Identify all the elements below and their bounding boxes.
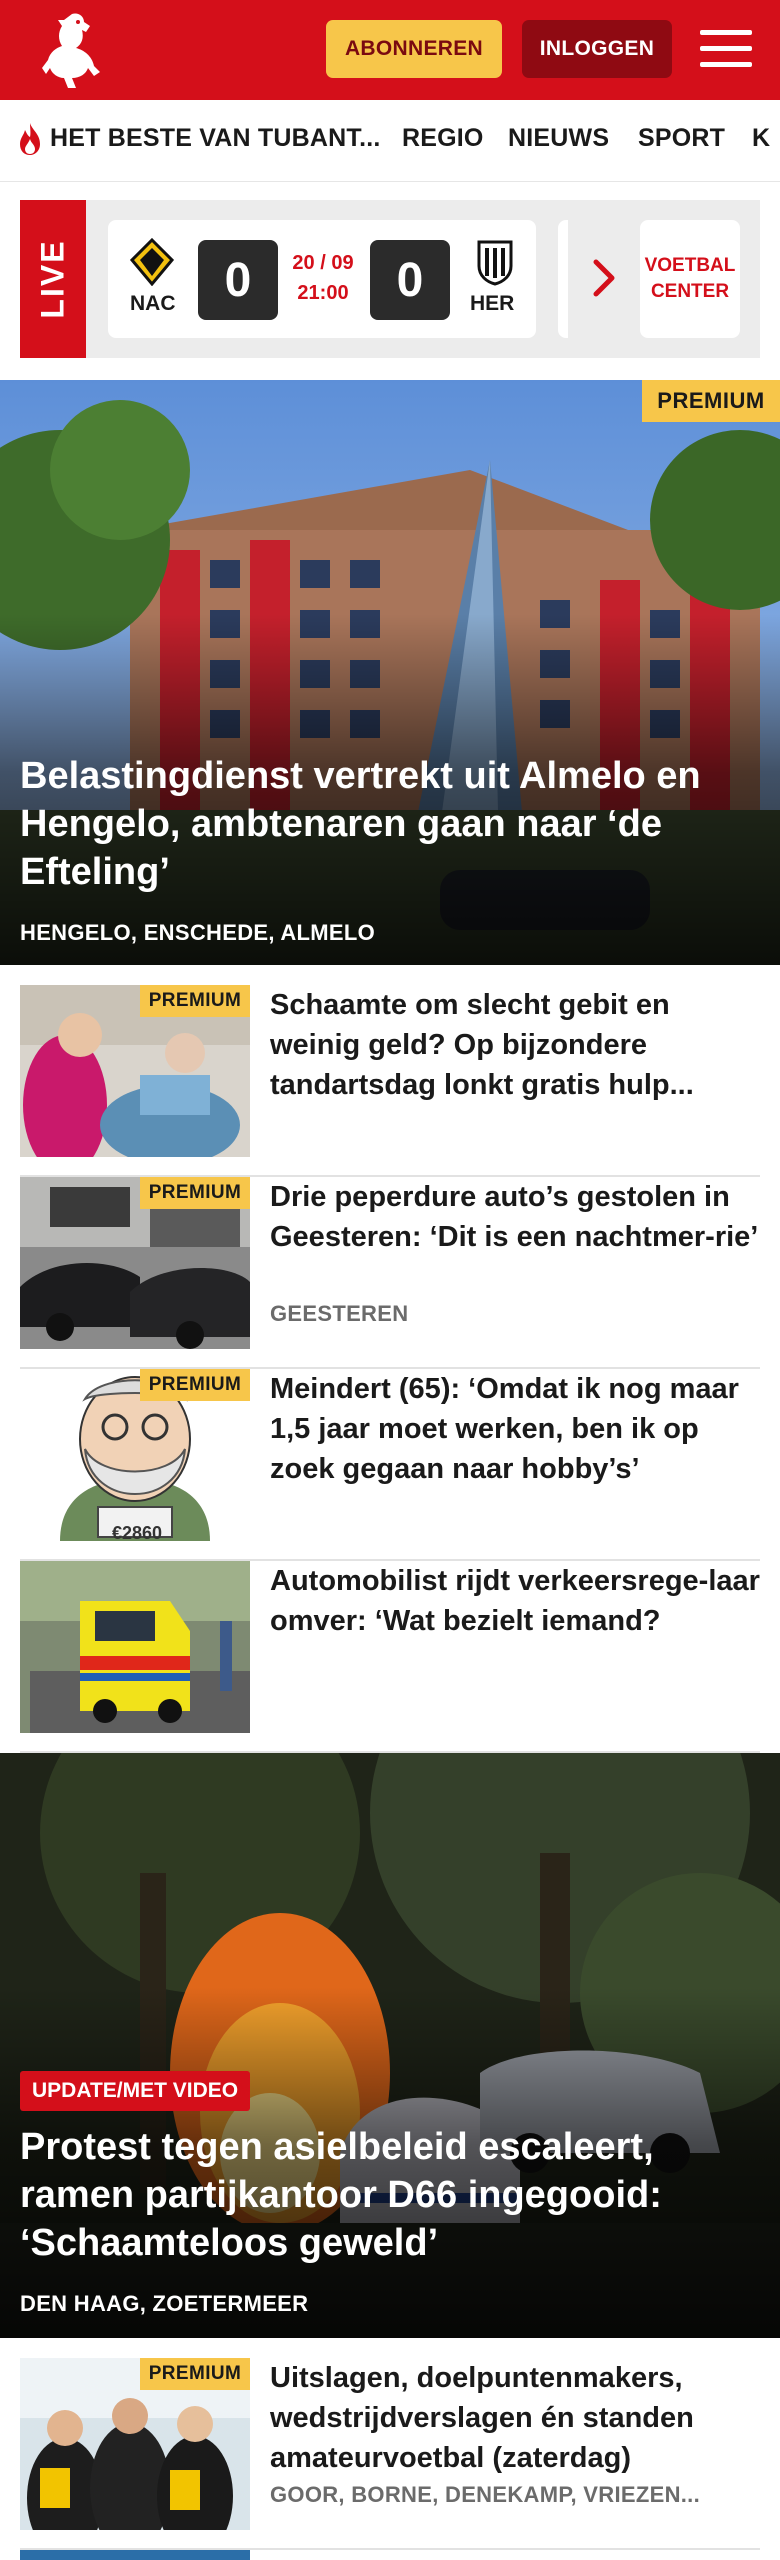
live-label: LIVE: [20, 200, 86, 358]
hero-article-belastingdienst[interactable]: PREMIUM Belastingdienst vertrekt uit Alm…: [0, 380, 780, 965]
away-team-abbr: HER: [470, 292, 515, 315]
article-thumbnail: PREMIUM: [20, 1177, 250, 1349]
article-title[interactable]: Schaamte om slecht gebit en weinig geld?…: [270, 985, 760, 1105]
live-scores-strip: LIVE NAC 0 20 / 09 21:00 0 HER VOETBAL C…: [20, 200, 760, 358]
hero-location: DEN HAAG, ZOETERMEER: [20, 2291, 309, 2316]
tubantia-logo-icon[interactable]: [34, 8, 106, 92]
home-score: 0: [198, 240, 278, 320]
premium-badge: PREMIUM: [140, 1177, 250, 1209]
update-video-badge: UPDATE/MET VIDEO: [20, 2071, 251, 2111]
live-match-card[interactable]: NAC 0 20 / 09 21:00 0 HER: [108, 220, 536, 338]
premium-badge: PREMIUM: [140, 985, 250, 1017]
list-item[interactable]: PREMIUM Drie peperdure auto’s gestolen i…: [20, 1177, 760, 1369]
nac-badge-icon: [130, 238, 174, 286]
article-thumbnail: PREMIUM: [20, 985, 250, 1157]
hero-article-protest[interactable]: UPDATE/MET VIDEO Protest tegen asielbele…: [0, 1753, 780, 2338]
chevron-right-icon[interactable]: [590, 256, 618, 300]
article-title[interactable]: Meindert (65): ‘Omdat ik nog maar 1,5 ja…: [270, 1369, 760, 1489]
article-location: GEESTEREN: [270, 1301, 409, 1326]
home-team-abbr: NAC: [130, 292, 176, 315]
voetbal-center-label-2: CENTER: [650, 281, 730, 302]
article-title[interactable]: Drie peperdure auto’s gestolen in Geeste…: [270, 1177, 760, 1257]
section-nav: HET BESTE VAN TUBANT... REGIO NIEUWS SPO…: [0, 100, 780, 182]
hero-headline[interactable]: Belastingdienst vertrekt uit Almelo en H…: [20, 752, 750, 896]
nav-item-sport[interactable]: SPORT: [638, 124, 725, 153]
voetbal-center-link[interactable]: VOETBAL CENTER: [640, 220, 740, 338]
away-score: 0: [370, 240, 450, 320]
list-item[interactable]: €2860 PREMIUM Meindert (65): ‘Omdat ik n…: [20, 1369, 760, 1561]
heracles-badge-icon: [477, 240, 513, 286]
hero-headline[interactable]: Protest tegen asielbeleid escaleert, ram…: [20, 2123, 750, 2267]
article-location: GOOR, BORNE, DENEKAMP, VRIEZEN...: [270, 2482, 700, 2507]
article-thumbnail: PREMIUM: [20, 2358, 250, 2530]
top-header: ABONNEREN INLOGGEN: [0, 0, 780, 100]
thumb-price-sign: €2860: [112, 1523, 163, 1541]
premium-badge: PREMIUM: [140, 1369, 250, 1401]
next-article-thumbnail-peek: [20, 2550, 250, 2560]
match-time: 21:00: [297, 282, 349, 304]
next-match-card[interactable]: [558, 220, 568, 338]
flame-icon: [20, 123, 40, 155]
list-item[interactable]: PREMIUM Schaamte om slecht gebit en wein…: [20, 985, 760, 1177]
match-date: 20 / 09: [292, 252, 354, 274]
hero-location: HENGELO, ENSCHEDE, ALMELO: [20, 920, 376, 945]
nav-item-regio[interactable]: REGIO: [402, 124, 484, 153]
article-title[interactable]: Uitslagen, doelpuntenmakers, wedstrijdve…: [270, 2358, 760, 2478]
premium-badge: PREMIUM: [140, 2358, 250, 2390]
hamburger-icon[interactable]: [700, 28, 752, 70]
subscribe-button[interactable]: ABONNEREN: [326, 20, 502, 78]
login-button[interactable]: INLOGGEN: [522, 20, 672, 78]
premium-badge: PREMIUM: [642, 380, 780, 422]
article-thumbnail: [20, 1561, 250, 1733]
article-title[interactable]: Automobilist rijdt verkeersrege-laar omv…: [270, 1561, 760, 1641]
nav-item-overflow[interactable]: K: [752, 124, 770, 153]
nav-item-nieuws[interactable]: NIEUWS: [508, 124, 609, 153]
article-thumbnail: €2860 PREMIUM: [20, 1369, 250, 1541]
nav-item-het-beste[interactable]: HET BESTE VAN TUBANT...: [50, 124, 381, 153]
list-item[interactable]: Automobilist rijdt verkeersrege-laar omv…: [20, 1561, 760, 1753]
voetbal-center-label-1: VOETBAL: [644, 255, 736, 276]
match-datetime: 20 / 09 21:00: [283, 248, 363, 308]
list-item[interactable]: PREMIUM Uitslagen, doelpuntenmakers, wed…: [20, 2358, 760, 2550]
